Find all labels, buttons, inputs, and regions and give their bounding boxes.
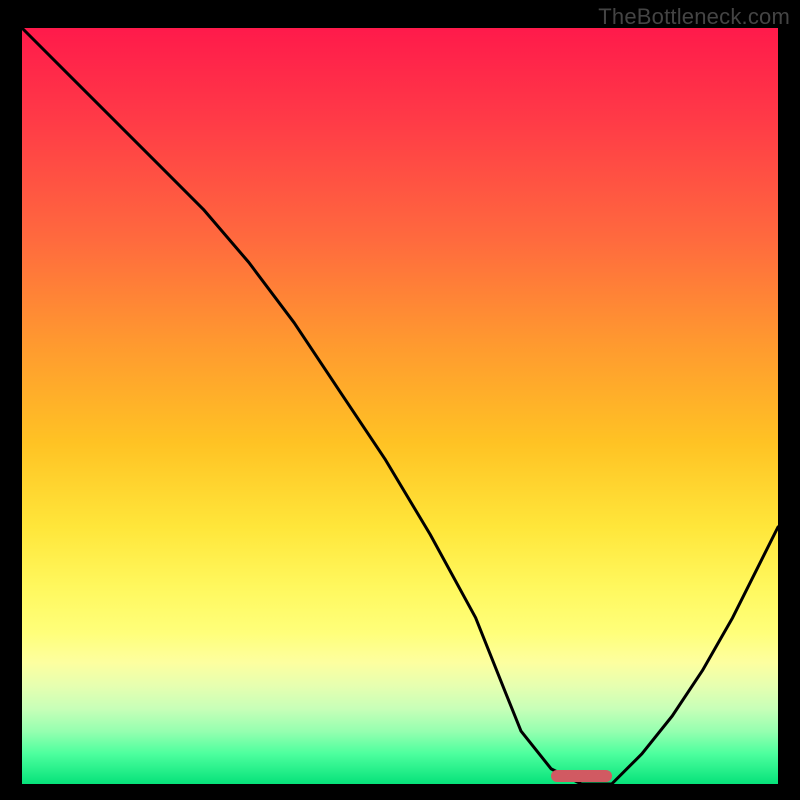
- bottleneck-curve: [22, 28, 778, 784]
- curve-svg: [22, 28, 778, 784]
- optimal-region-marker: [551, 770, 611, 782]
- chart-frame: TheBottleneck.com: [0, 0, 800, 800]
- watermark-text: TheBottleneck.com: [598, 4, 790, 30]
- plot-area: [22, 28, 778, 784]
